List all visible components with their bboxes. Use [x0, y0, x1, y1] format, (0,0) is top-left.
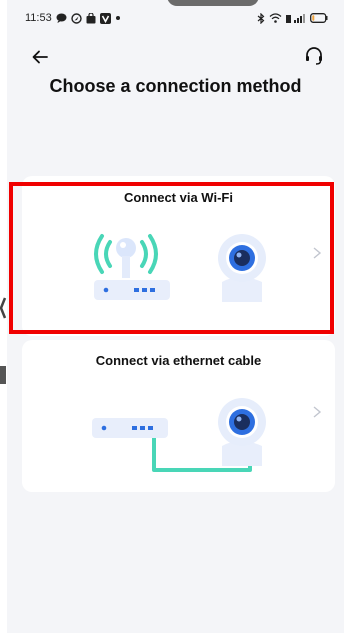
- app-screen: 11:53 Choose a connection method Connect…: [7, 0, 344, 633]
- edge-marks: [0, 297, 7, 384]
- bluetooth-icon: [257, 12, 265, 24]
- back-arrow-icon: [32, 50, 48, 64]
- chat-icon: [56, 13, 67, 23]
- option-wifi-label: Connect via Wi-Fi: [124, 190, 233, 205]
- status-right: [257, 12, 328, 24]
- option-ethernet-label: Connect via ethernet cable: [95, 353, 262, 368]
- headset-icon: [306, 47, 322, 65]
- back-button[interactable]: [29, 46, 51, 68]
- navigation-icon: [71, 12, 82, 24]
- v-app-icon: [99, 12, 111, 24]
- signal-icon: [286, 13, 306, 23]
- battery-icon: [310, 13, 328, 23]
- dot-icon: [115, 15, 121, 21]
- option-wifi-card[interactable]: Connect via Wi-Fi: [22, 176, 335, 336]
- page-title: Choose a connection method: [49, 76, 302, 96]
- bag-icon: [86, 12, 96, 24]
- wifi-icon: [269, 13, 282, 23]
- camera-icon: [218, 398, 266, 466]
- camera-icon: [218, 234, 266, 302]
- nav-bar: [7, 40, 344, 74]
- wifi-router-icon: [94, 234, 170, 300]
- status-left: 11:53: [25, 12, 121, 24]
- chevron-right-icon: [313, 247, 322, 259]
- status-time: 11:53: [25, 12, 52, 24]
- chevron-right-icon: [313, 406, 322, 418]
- customer-support-button[interactable]: [302, 44, 326, 68]
- option-ethernet-card[interactable]: Connect via ethernet cable: [22, 340, 335, 492]
- status-bar: 11:53: [7, 0, 344, 36]
